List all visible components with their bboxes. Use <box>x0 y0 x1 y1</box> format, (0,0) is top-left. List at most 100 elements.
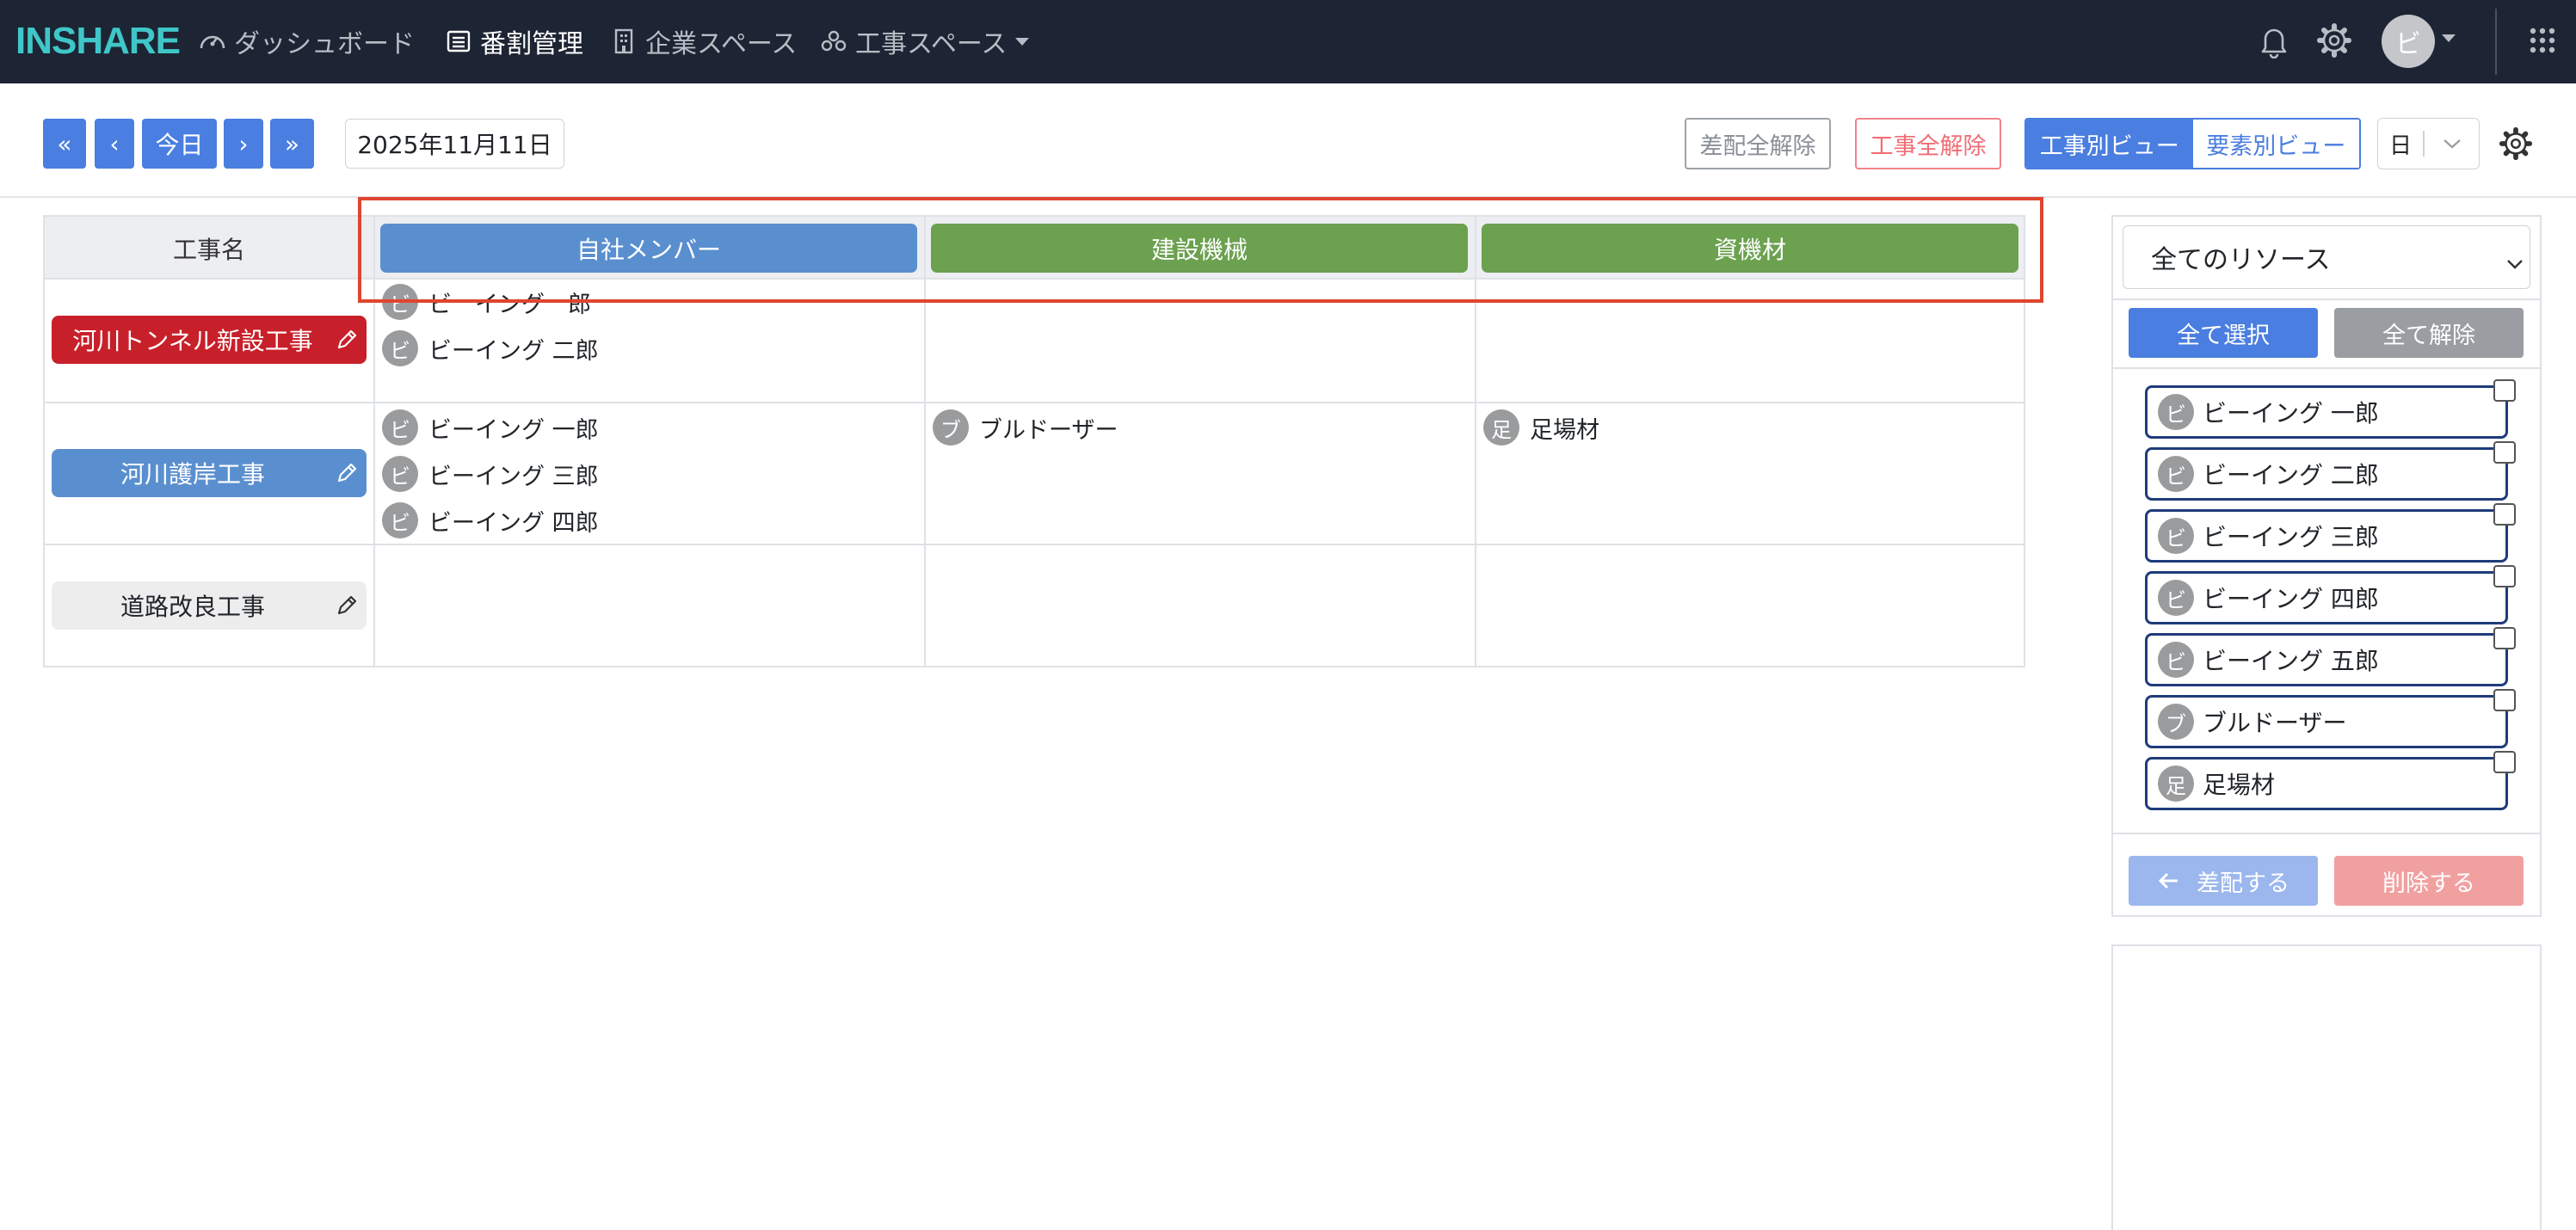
panel-divider <box>2113 367 2540 369</box>
row-divider <box>45 402 2024 403</box>
resource-checkbox[interactable] <box>2493 627 2516 649</box>
group-icon <box>819 27 848 56</box>
detail-panel <box>2111 944 2542 1230</box>
avatar: ブ <box>933 409 969 446</box>
assigned-member[interactable]: ビ ビーイング 二郎 <box>382 329 599 367</box>
clear-all-assignments-button[interactable]: 差配全解除 <box>1685 118 1831 169</box>
machine-name: ブルドーザー <box>979 416 1119 444</box>
gear-icon[interactable] <box>2313 19 2356 62</box>
gauge-icon <box>198 27 227 56</box>
today-button[interactable]: 今日 <box>142 119 217 169</box>
arrow-left-icon <box>2157 871 2179 890</box>
nav-divider <box>2495 9 2497 75</box>
nav-project-space[interactable]: 工事スペース <box>819 22 1030 60</box>
nav-project-space-label: 工事スペース <box>855 29 1008 59</box>
resource-name: ビーイング 五郎 <box>2203 647 2379 675</box>
settings-gear-icon[interactable] <box>2493 121 2538 166</box>
avatar: 足 <box>1483 409 1519 446</box>
assigned-member[interactable]: ビ ビーイング 四郎 <box>382 501 599 539</box>
resource-name: 足場材 <box>2203 771 2276 799</box>
last-page-button[interactable]: » <box>270 119 314 169</box>
app-logo[interactable]: INSHARE <box>15 22 181 60</box>
resource-name: ビーイング 二郎 <box>2203 461 2379 489</box>
select-all-button[interactable]: 全て選択 <box>2129 308 2318 358</box>
resource-filter-select[interactable]: 全てのリソース <box>2123 225 2530 289</box>
deselect-all-button[interactable]: 全て解除 <box>2334 308 2524 358</box>
first-page-button[interactable]: « <box>43 119 86 169</box>
chevron-down-icon[interactable] <box>2442 34 2456 42</box>
next-day-button[interactable]: › <box>224 119 263 169</box>
avatar: ビ <box>2158 642 2194 678</box>
clear-all-projects-button[interactable]: 工事全解除 <box>1855 118 2001 169</box>
resource-checkbox[interactable] <box>2493 689 2516 711</box>
resource-checkbox[interactable] <box>2493 751 2516 773</box>
avatar: 足 <box>2158 766 2194 802</box>
pencil-icon[interactable] <box>327 320 367 360</box>
nav-dashboard-label: ダッシュボード <box>234 29 415 59</box>
assign-label: 差配する <box>2197 870 2289 897</box>
delete-button[interactable]: 削除する <box>2334 856 2524 906</box>
resource-checkbox[interactable] <box>2493 565 2516 587</box>
row-divider <box>45 544 2024 545</box>
material-name: 足場材 <box>1530 416 1599 444</box>
avatar: ビ <box>382 330 418 366</box>
resource-filter-value: 全てのリソース <box>2151 245 2331 275</box>
apps-grid-icon[interactable] <box>2521 19 2564 62</box>
chevron-down-icon <box>1015 37 1030 46</box>
prev-day-button[interactable]: ‹ <box>95 119 134 169</box>
assigned-member[interactable]: ビ ビーイング 三郎 <box>382 455 599 493</box>
chevron-down-icon <box>2425 138 2479 150</box>
resource-name: ビーイング 三郎 <box>2203 523 2379 551</box>
resource-item[interactable]: ビ ビーイング 四郎 <box>2145 565 2516 624</box>
avatar: ビ <box>2158 394 2194 430</box>
chevron-down-icon <box>2505 247 2524 277</box>
pencil-icon[interactable] <box>327 586 367 625</box>
pencil-icon[interactable] <box>327 453 367 493</box>
top-navbar: INSHARE ダッシュボード 番割管理 企業スペース 工事スペース ビ <box>0 0 2576 83</box>
view-toggle: 工事別ビュー 要素別ビュー <box>2024 118 2361 169</box>
highlight-frame <box>358 197 2043 303</box>
nav-dashboard[interactable]: ダッシュボード <box>198 22 415 60</box>
building-icon <box>609 27 638 56</box>
nav-company-space[interactable]: 企業スペース <box>609 22 797 60</box>
avatar: ビ <box>382 456 418 492</box>
project-button-tunnel[interactable]: 河川トンネル新設工事 <box>52 316 367 364</box>
date-picker-input[interactable]: 2025年11月11日 <box>345 119 564 169</box>
resource-name: ビーイング 一郎 <box>2203 399 2379 427</box>
panel-divider <box>2113 298 2540 300</box>
project-name-header: 工事名 <box>172 235 245 264</box>
resource-item[interactable]: ビ ビーイング 五郎 <box>2145 627 2516 686</box>
assign-button[interactable]: 差配する <box>2129 856 2318 906</box>
resource-checkbox[interactable] <box>2493 379 2516 402</box>
avatar: ビ <box>2158 456 2194 492</box>
resource-item[interactable]: ビ ビーイング 三郎 <box>2145 503 2516 563</box>
nav-schedule[interactable]: 番割管理 <box>444 22 583 60</box>
time-unit-value: 日 <box>2388 132 2412 159</box>
assigned-material[interactable]: 足 足場材 <box>1483 409 1599 446</box>
element-view-tab[interactable]: 要素別ビュー <box>2192 120 2359 168</box>
resource-item[interactable]: 足 足場材 <box>2145 751 2516 810</box>
resource-checkbox[interactable] <box>2493 441 2516 464</box>
nav-schedule-label: 番割管理 <box>480 29 583 59</box>
time-unit-select[interactable]: 日 <box>2377 118 2480 169</box>
assigned-machine[interactable]: ブ ブルドーザー <box>933 409 1118 446</box>
resource-name: ビーイング 四郎 <box>2203 585 2379 613</box>
list-icon <box>444 27 473 56</box>
project-name: 河川護岸工事 <box>120 460 265 489</box>
avatar: ビ <box>382 409 418 446</box>
avatar: ビ <box>382 502 418 538</box>
resource-item[interactable]: ビ ビーイング 二郎 <box>2145 441 2516 501</box>
project-button-road[interactable]: 道路改良工事 <box>52 581 367 630</box>
project-view-tab[interactable]: 工事別ビュー <box>2026 120 2193 168</box>
bell-icon[interactable] <box>2252 19 2296 62</box>
user-avatar[interactable]: ビ <box>2382 15 2435 68</box>
member-name: ビーイング 一郎 <box>428 416 599 444</box>
avatar: ブ <box>2158 704 2194 740</box>
resource-item[interactable]: ビ ビーイング 一郎 <box>2145 379 2516 439</box>
resource-item[interactable]: ブ ブルドーザー <box>2145 689 2516 748</box>
assigned-member[interactable]: ビ ビーイング 一郎 <box>382 409 599 446</box>
project-name: 河川トンネル新設工事 <box>72 327 313 355</box>
project-button-revetment[interactable]: 河川護岸工事 <box>52 449 367 497</box>
avatar: ビ <box>2158 518 2194 554</box>
resource-checkbox[interactable] <box>2493 503 2516 526</box>
